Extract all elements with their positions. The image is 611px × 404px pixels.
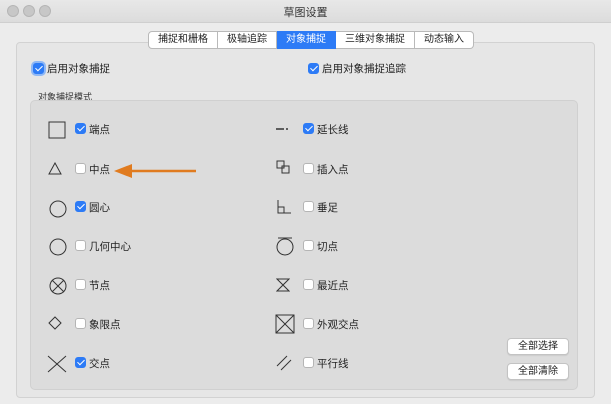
center-label: 圆心 — [89, 202, 110, 214]
enable-tracking-label: 启用对象捕捉追踪 — [322, 63, 406, 75]
endpoint-checkbox[interactable] — [75, 123, 86, 134]
enable-osnap-label: 启用对象捕捉 — [47, 63, 110, 75]
center-checkbox[interactable] — [75, 201, 86, 212]
tab-object-snap[interactable]: 对象捕捉 — [277, 31, 336, 49]
enable-osnap-checkbox[interactable] — [33, 63, 44, 74]
tab-bar: 捕捉和栅格 极轴追踪 对象捕捉 三维对象捕捉 动态输入 — [148, 31, 474, 49]
tangent-icon — [276, 237, 294, 256]
apparent-intersection-icon — [275, 314, 295, 334]
node-icon — [49, 277, 67, 295]
apparent-intersection-label: 外观交点 — [317, 319, 359, 331]
nearest-checkbox[interactable] — [303, 279, 314, 290]
center-circle-icon — [49, 200, 67, 218]
insert-checkbox[interactable] — [303, 163, 314, 174]
tangent-label: 切点 — [317, 241, 338, 253]
extension-checkbox[interactable] — [303, 123, 314, 134]
node-label: 节点 — [89, 280, 110, 292]
clear-all-button[interactable]: 全部清除 — [507, 363, 569, 380]
geometric-center-checkbox[interactable] — [75, 240, 86, 251]
perpendicular-checkbox[interactable] — [303, 201, 314, 212]
annotation-arrow-icon — [114, 164, 196, 178]
node-checkbox[interactable] — [75, 279, 86, 290]
nearest-hourglass-icon — [276, 278, 290, 292]
intersection-checkbox[interactable] — [75, 357, 86, 368]
select-all-button[interactable]: 全部选择 — [507, 338, 569, 355]
perpendicular-label: 垂足 — [317, 202, 338, 214]
enable-tracking-checkbox[interactable] — [308, 63, 319, 74]
insert-label: 插入点 — [317, 164, 349, 176]
quadrant-label: 象限点 — [89, 319, 121, 331]
tab-3d-object-snap[interactable]: 三维对象捕捉 — [336, 31, 415, 49]
geometric-center-circle-icon — [49, 238, 67, 256]
quadrant-checkbox[interactable] — [75, 318, 86, 329]
title-bar: 草图设置 — [0, 0, 611, 23]
parallel-label: 平行线 — [317, 358, 349, 370]
endpoint-square-icon — [48, 121, 66, 139]
insert-icon — [276, 160, 290, 174]
parallel-icon — [276, 355, 292, 371]
tab-polar-tracking[interactable]: 极轴追踪 — [218, 31, 277, 49]
quadrant-diamond-icon — [48, 316, 62, 330]
intersection-cross-icon — [47, 355, 67, 373]
endpoint-label: 端点 — [89, 124, 110, 136]
extension-label: 延长线 — [317, 124, 349, 136]
midpoint-triangle-icon — [48, 162, 62, 175]
window-title: 草图设置 — [283, 6, 328, 19]
geometric-center-label: 几何中心 — [89, 241, 131, 253]
extension-icon — [276, 128, 288, 130]
parallel-checkbox[interactable] — [303, 357, 314, 368]
nearest-label: 最近点 — [317, 280, 349, 292]
tab-dynamic-input[interactable]: 动态输入 — [415, 31, 474, 49]
intersection-label: 交点 — [89, 358, 110, 370]
midpoint-checkbox[interactable] — [75, 163, 86, 174]
apparent-intersection-checkbox[interactable] — [303, 318, 314, 329]
tab-snap-grid[interactable]: 捕捉和栅格 — [148, 31, 218, 49]
midpoint-label: 中点 — [89, 164, 110, 176]
tangent-checkbox[interactable] — [303, 240, 314, 251]
perpendicular-icon — [277, 200, 291, 214]
